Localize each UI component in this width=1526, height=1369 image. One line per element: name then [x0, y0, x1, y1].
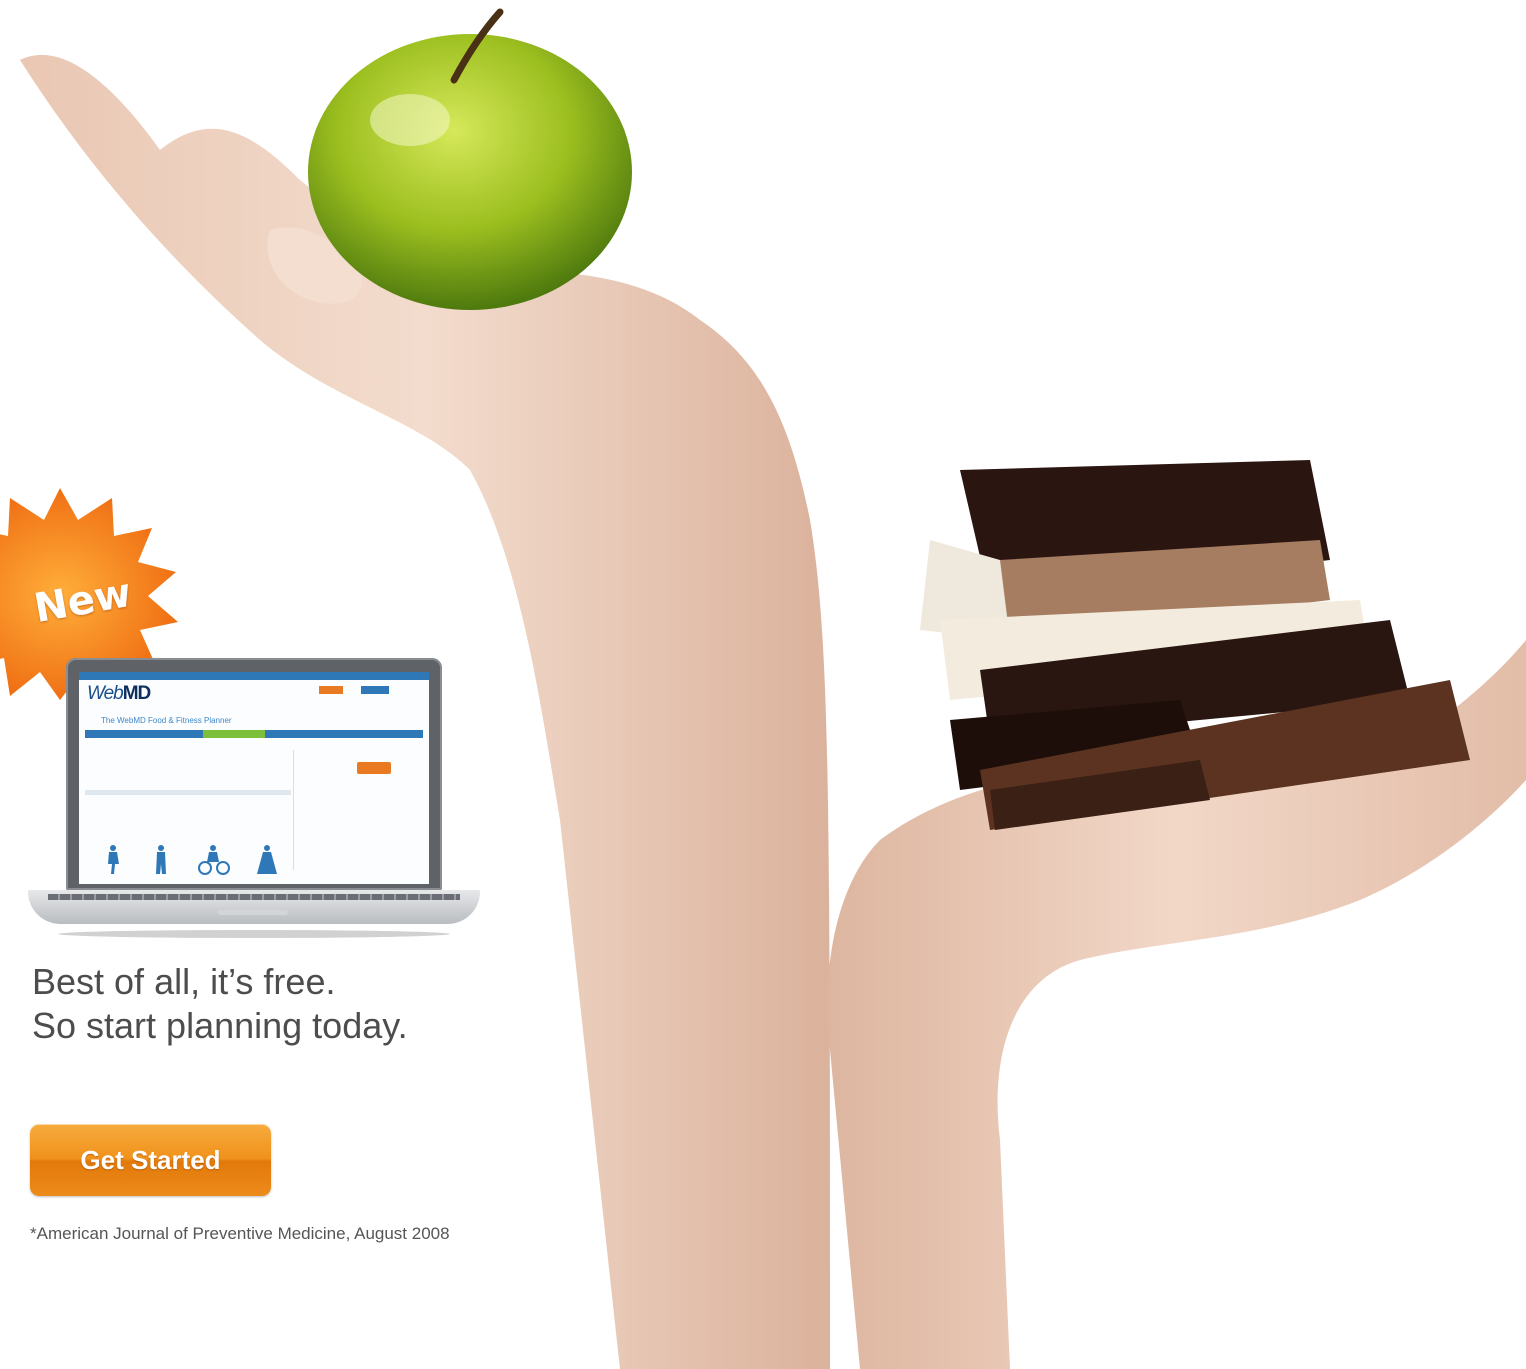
promo-tagline: Best of all, it’s free. So start plannin…	[32, 960, 532, 1048]
tagline-line-1: Best of all, it’s free.	[32, 961, 336, 1002]
screen-search-button	[319, 686, 343, 694]
logo-prefix: Web	[87, 683, 124, 704]
logo-suffix: MD	[122, 683, 152, 704]
planner-tab-active	[203, 730, 265, 738]
side-panel	[293, 750, 422, 870]
laptop-shadow	[58, 930, 450, 938]
citation-footnote: *American Journal of Preventive Medicine…	[30, 1224, 450, 1243]
tagline-line-2: So start planning today.	[32, 1005, 408, 1046]
planner-title: The WebMD Food & Fitness Planner	[101, 716, 232, 725]
log-bar	[85, 790, 291, 795]
laptop-preview: WebMD The WebMD Food & Fitness Planner	[28, 658, 480, 948]
planner-tabs	[85, 730, 423, 738]
laptop-screen-bezel: WebMD The WebMD Food & Fitness Planner	[66, 658, 442, 890]
laptop-screen: WebMD The WebMD Food & Fitness Planner	[79, 672, 429, 884]
laptop-base	[28, 890, 480, 924]
screen-top-nav	[79, 672, 429, 680]
fitness-figures-icon	[108, 845, 277, 875]
keyboard-edge	[48, 894, 460, 900]
webmd-logo: WebMD	[87, 683, 152, 705]
apple-icon	[308, 8, 632, 310]
get-started-button[interactable]: Get Started	[30, 1124, 271, 1196]
screen-login-button	[361, 686, 389, 694]
screen-header: WebMD	[79, 680, 429, 706]
